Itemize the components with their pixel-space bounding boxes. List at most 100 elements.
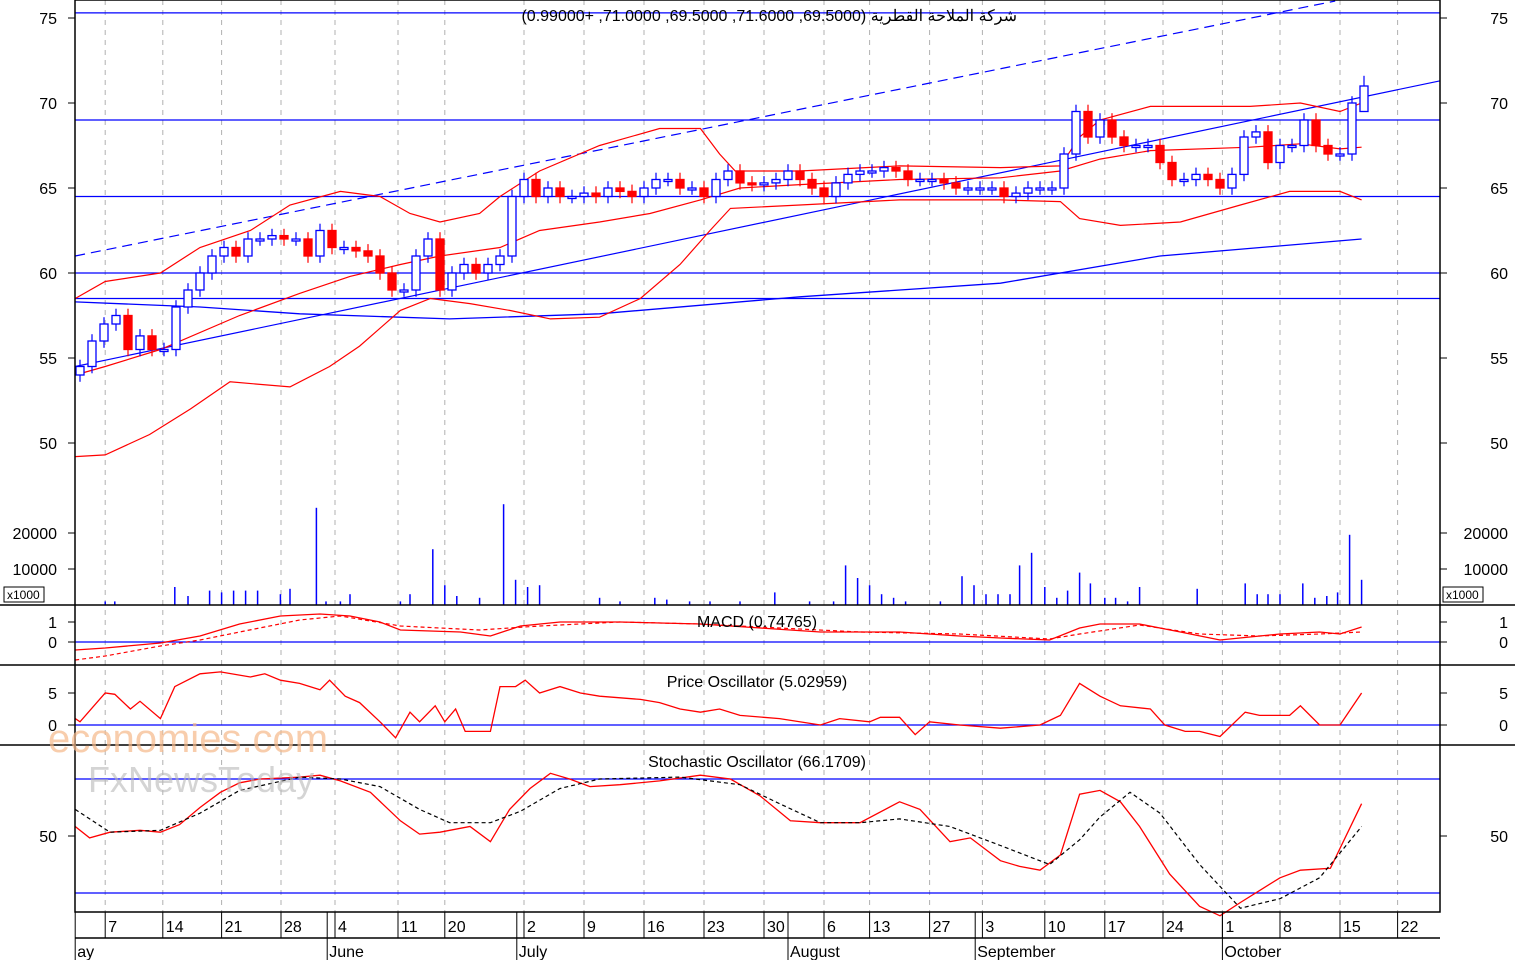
candle-up — [447, 272, 457, 291]
date-tick-label: 30 — [767, 919, 785, 936]
candle-up — [195, 272, 205, 291]
candle-down — [615, 187, 625, 193]
candle-up — [1239, 136, 1249, 176]
date-tick-label: 23 — [707, 919, 725, 936]
candle-up — [159, 348, 169, 353]
watermark-economies: economies.com — [48, 717, 328, 761]
right-axis-label: 65 — [1490, 181, 1508, 198]
candle-down — [891, 166, 901, 172]
month-label: ay — [77, 944, 94, 960]
candle-up — [1131, 144, 1141, 149]
candle-up — [315, 229, 325, 257]
stock-chart: 7 14 21 28 4 11 20 2 9 16 23 30 6 13 27 3 10 17 24 1 8 15 22ay… — [0, 0, 1515, 960]
volume-unit-label: x1000 — [7, 588, 40, 602]
candle-up — [1299, 119, 1309, 147]
candle-up — [423, 238, 433, 257]
candle-up — [183, 289, 193, 308]
candle-up — [1023, 187, 1033, 194]
candle-down — [675, 178, 685, 189]
candle-up — [579, 192, 589, 198]
date-tick-label: 11 — [401, 919, 418, 936]
candle-up — [87, 340, 97, 368]
candle-up — [603, 187, 613, 198]
candle-up — [1335, 153, 1345, 157]
candle-up — [543, 187, 553, 198]
left-axis-label: 1 — [48, 615, 57, 632]
candle-up — [1143, 144, 1153, 149]
candle-down — [1203, 173, 1213, 181]
candle-down — [999, 187, 1009, 198]
candle-up — [519, 178, 529, 198]
left-axis-label: 65 — [39, 181, 57, 198]
candle-up — [987, 187, 997, 191]
left-axis-label: 20000 — [13, 526, 58, 543]
candle-down — [147, 335, 157, 351]
right-axis-label: 0 — [1499, 718, 1508, 735]
candle-up — [759, 182, 769, 186]
candle-down — [627, 190, 637, 198]
chart-title: شركة الملاحة القطرية (69.5000, 71.6000, … — [521, 8, 1017, 25]
dashed-trendline — [75, 0, 1336, 257]
date-tick-label: 27 — [933, 919, 951, 936]
candle-up — [915, 178, 925, 183]
date-tick-label: 1 — [1225, 919, 1234, 936]
candle-down — [1311, 119, 1321, 147]
month-label: September — [977, 944, 1056, 960]
candle-up — [927, 178, 937, 183]
candle-up — [1047, 187, 1057, 191]
left-axis-label: 50 — [39, 829, 57, 846]
candle-up — [1251, 131, 1261, 138]
candle-up — [1227, 173, 1237, 189]
candle-down — [903, 170, 913, 181]
candle-down — [819, 187, 829, 198]
date-tick-label: 17 — [1108, 919, 1126, 936]
candle-up — [267, 234, 277, 240]
date-tick-label: 13 — [873, 919, 891, 936]
left-axis-label: 70 — [39, 96, 57, 113]
candle-down — [795, 170, 805, 181]
candle-down — [591, 192, 601, 198]
candle-up — [1095, 119, 1105, 138]
right-axis-label: 70 — [1490, 96, 1508, 113]
candle-down — [123, 314, 133, 351]
candle-up — [783, 170, 793, 181]
candle-down — [351, 246, 361, 252]
bollinger-upper — [74, 102, 1362, 300]
right-axis-label: 10000 — [1464, 562, 1509, 579]
candle-up — [663, 178, 673, 183]
date-tick-label: 8 — [1283, 919, 1292, 936]
bollinger-bands — [74, 102, 1362, 458]
candle-up — [507, 195, 517, 257]
candle-down — [231, 246, 241, 257]
right-axis-label: 1 — [1499, 615, 1508, 632]
candle-up — [111, 314, 121, 325]
candle-down — [531, 178, 541, 198]
date-tick-label: 9 — [587, 919, 596, 936]
candle-down — [951, 182, 961, 189]
volume-bars — [104, 504, 1363, 605]
candle-up — [1275, 144, 1285, 164]
date-tick-label: 2 — [527, 919, 536, 936]
candle-down — [747, 182, 757, 186]
candle-down — [387, 272, 397, 291]
candle-up — [843, 173, 853, 184]
date-tick-label: 24 — [1166, 919, 1184, 936]
candle-up — [75, 365, 85, 376]
candle-up — [291, 238, 301, 242]
candle-down — [699, 187, 709, 198]
right-axis-label: 55 — [1490, 351, 1508, 368]
month-label: June — [329, 944, 364, 960]
candle-down — [555, 187, 565, 198]
candle-up — [1359, 85, 1369, 113]
candle-down — [1215, 178, 1225, 189]
candle-up — [567, 195, 577, 200]
candle-down — [435, 238, 445, 291]
left-axis-label: 75 — [39, 11, 57, 28]
candle-down — [1167, 161, 1177, 181]
date-tick-label: 7 — [108, 919, 117, 936]
candle-up — [1071, 110, 1081, 155]
candle-up — [207, 255, 217, 274]
watermark-fxnewstoday: FxNewsToday — [88, 759, 314, 800]
candles — [75, 75, 1369, 382]
candle-up — [651, 178, 661, 189]
